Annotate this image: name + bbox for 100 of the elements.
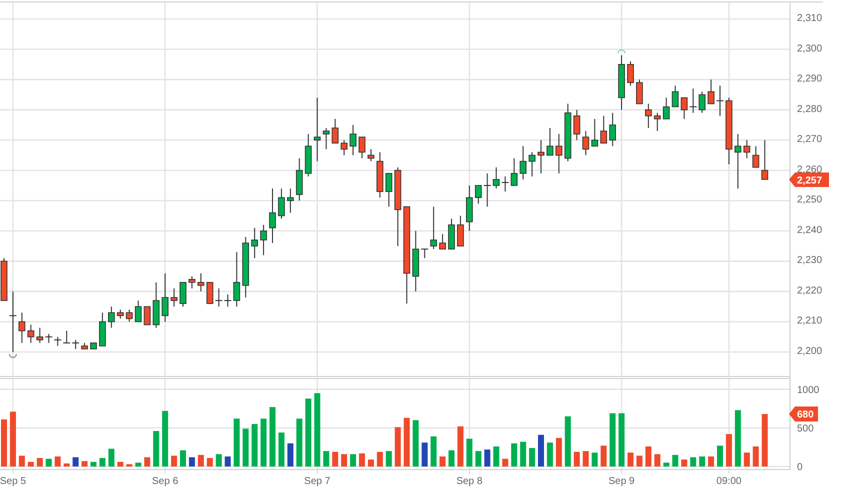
candlestick <box>242 236 250 298</box>
volume-bar <box>762 414 768 466</box>
volume-bar <box>734 410 741 466</box>
volume-bar <box>108 448 114 466</box>
candlestick <box>672 85 679 108</box>
volume-bar <box>717 446 723 466</box>
candlestick <box>358 136 366 159</box>
axis-label: 500 <box>797 423 814 434</box>
volume-bar <box>645 446 652 466</box>
candlestick <box>439 233 446 250</box>
axis-label: 2,230 <box>797 255 822 266</box>
candlestick <box>214 288 223 308</box>
volume-bar <box>502 458 508 466</box>
volume-bar <box>206 458 213 466</box>
volume-bar <box>520 442 526 466</box>
volume-bar <box>28 462 34 466</box>
candlestick <box>251 227 258 259</box>
volume-bar <box>287 443 294 466</box>
axis-label: 2,300 <box>797 43 822 54</box>
candlestick <box>618 54 625 110</box>
candlestick <box>72 339 80 350</box>
candlestick <box>296 158 303 202</box>
volume-bar <box>430 436 437 466</box>
axis-label: 2,210 <box>797 316 822 327</box>
candlestick <box>287 188 294 214</box>
candlestick <box>385 172 392 208</box>
volume-bar <box>457 426 464 466</box>
candlestick <box>734 134 742 190</box>
volume-bar <box>54 456 61 466</box>
candlestick <box>134 300 142 322</box>
volume-bar <box>386 451 392 466</box>
candlestick <box>716 85 724 116</box>
candlestick <box>144 306 151 326</box>
volume-bar <box>654 454 660 466</box>
axis-label: 0 <box>797 462 803 473</box>
volume-bar <box>46 458 52 466</box>
volume-bar <box>64 463 70 466</box>
candlestick <box>556 134 562 174</box>
volume-bar <box>144 457 150 466</box>
candlestick <box>162 272 168 322</box>
candlestick <box>636 79 643 104</box>
volume-bar <box>1 419 7 466</box>
axis-label: Sep 6 <box>152 476 178 487</box>
volume-bar <box>260 418 267 466</box>
candlestick <box>152 282 160 328</box>
volume-bar <box>135 462 142 466</box>
volume-bar <box>188 457 195 466</box>
axis-label: 1000 <box>797 384 820 396</box>
volume-bar <box>224 456 231 466</box>
volume-bar <box>117 462 124 466</box>
volume-bar <box>511 443 518 466</box>
volume-bar <box>234 418 240 466</box>
volume-bar <box>153 431 160 466</box>
volume-bar <box>636 456 642 466</box>
volume-bar <box>564 416 571 466</box>
candlestick <box>260 224 267 256</box>
volume-bar <box>216 454 222 466</box>
axis-label: Sep 9 <box>608 476 635 487</box>
candlestick <box>528 152 536 177</box>
volume-bar <box>323 451 330 466</box>
volume-bar <box>332 452 338 466</box>
volume-tag: 680 <box>789 406 818 422</box>
volume-bar <box>242 428 249 466</box>
volume-bar <box>296 418 302 466</box>
axis-label: 2,310 <box>797 13 822 24</box>
candlestick <box>743 140 750 159</box>
volume-bar <box>663 462 670 466</box>
candlestick <box>180 282 186 308</box>
volume-bar <box>341 454 348 466</box>
candlestick <box>448 218 455 250</box>
volume-bar <box>699 456 706 466</box>
volume-bar <box>744 452 750 466</box>
volume-bar <box>592 452 598 466</box>
volume-bar <box>752 446 759 466</box>
candlestick <box>564 103 572 162</box>
candlestick <box>591 118 598 147</box>
volume-bar <box>270 407 276 466</box>
candlestick <box>99 312 106 346</box>
candlestick <box>90 342 97 350</box>
volume-bar <box>10 412 16 466</box>
volume-bar <box>448 450 454 466</box>
volume-bar <box>90 462 96 466</box>
volume-bar <box>394 427 401 466</box>
axis-label: Sep 5 <box>0 476 26 487</box>
candlestick <box>314 97 321 162</box>
candlestick <box>726 97 732 165</box>
candlestick <box>126 309 133 322</box>
candlestick <box>582 130 590 156</box>
axis-label: 2,290 <box>797 74 822 85</box>
volume-bar <box>681 460 688 466</box>
volume-bar <box>180 450 186 466</box>
volume-bar <box>618 413 625 466</box>
axis-label: 2,270 <box>797 134 822 146</box>
candlestick <box>689 88 698 114</box>
axis-label: 09:00 <box>716 476 742 487</box>
axis-label: 2,250 <box>797 194 822 206</box>
volume-bar <box>99 458 106 466</box>
candlestick <box>54 336 62 346</box>
candlestick <box>573 109 580 141</box>
volume-bar <box>475 451 482 466</box>
